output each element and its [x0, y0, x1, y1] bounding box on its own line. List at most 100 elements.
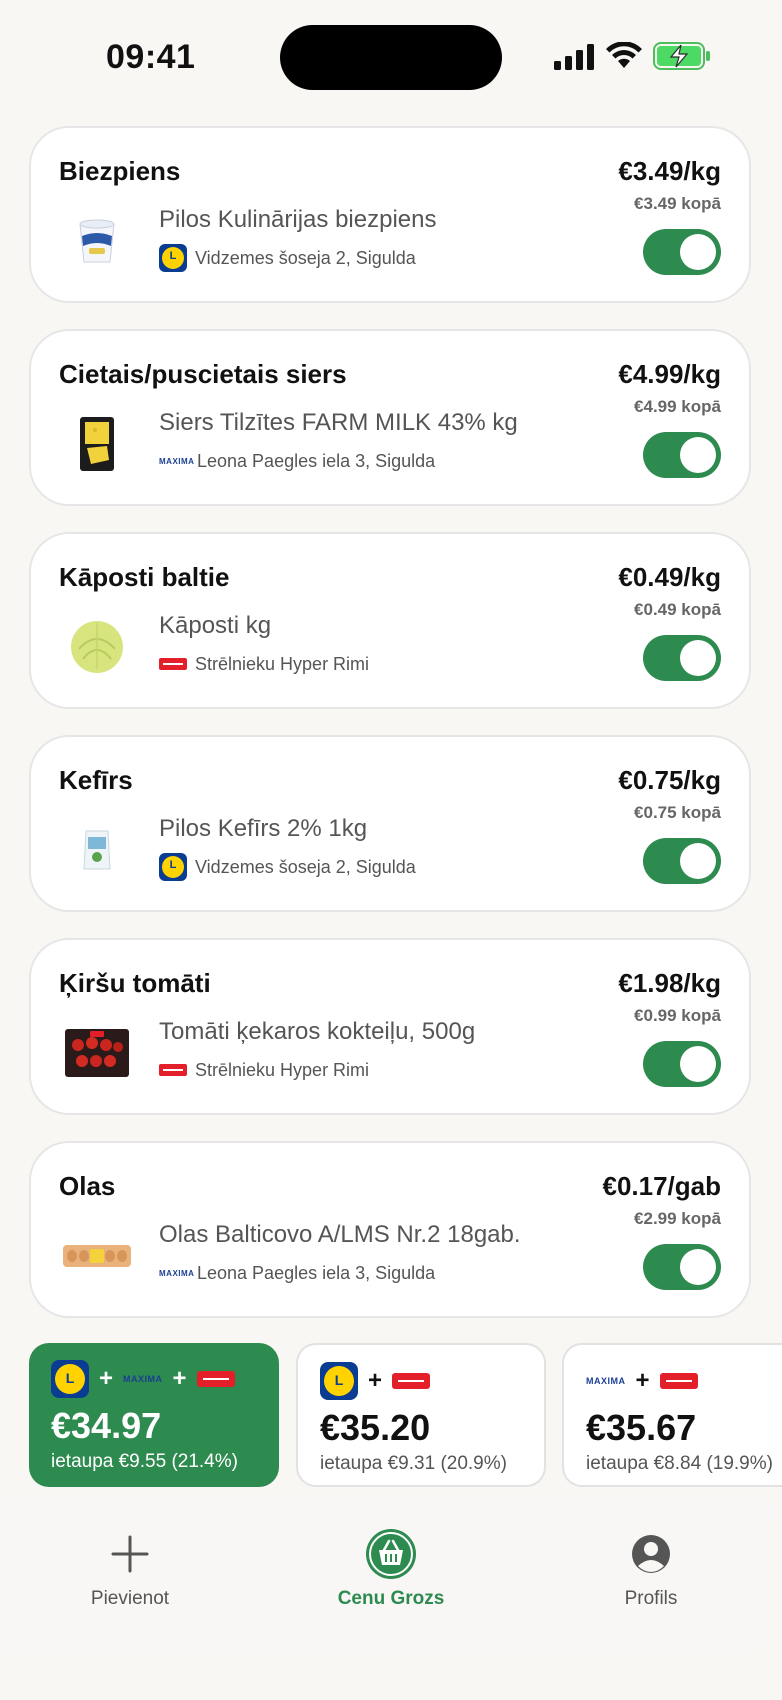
rimi-logo-icon: [159, 658, 187, 670]
product-name: Siers Tilzītes FARM MILK 43% kg: [159, 409, 518, 436]
list-item[interactable]: Kefīrs Pilos Kefīrs 2% 1kg Vidzemes šose…: [29, 735, 751, 912]
category-title: Ķiršu tomāti: [59, 968, 211, 998]
tab-cenu-grozs[interactable]: Cenu Grozs: [311, 1528, 471, 1610]
category-title: Kefīrs: [59, 765, 133, 795]
product-name: Pilos Kulinārijas biezpiens: [159, 206, 437, 233]
include-toggle[interactable]: [643, 1041, 721, 1087]
rimi-logo-icon: [659, 1373, 698, 1389]
wifi-icon: [606, 42, 642, 68]
product-name: Pilos Kefīrs 2% 1kg: [159, 815, 368, 842]
plus-icon: [111, 1535, 149, 1573]
store-info: Strēlnieku Hyper Rimi: [159, 650, 369, 678]
total-price: €0.49 kopā: [634, 600, 721, 619]
product-name: Olas Balticovo A/LMS Nr.2 18gab.: [159, 1221, 521, 1248]
lidl-logo-icon: [159, 244, 187, 272]
store-info: Strēlnieku Hyper Rimi: [159, 1056, 369, 1084]
combo-store-logos: +: [320, 1361, 431, 1401]
rimi-logo-icon: [392, 1373, 431, 1389]
store-address: Vidzemes šoseja 2, Sigulda: [195, 856, 416, 877]
plus-sign: +: [99, 1365, 114, 1392]
maxima-logo-icon: MAXIMA: [159, 1268, 195, 1278]
total-price: €0.75 kopā: [634, 803, 721, 822]
tab-pievienot[interactable]: Pievienot: [50, 1528, 210, 1610]
list-item[interactable]: Ķiršu tomāti Tomāti ķekaros kokteiļu, 50…: [29, 938, 751, 1115]
combo-savings: ietaupa €9.55 (21.4%): [51, 1451, 238, 1472]
total-price: €0.99 kopā: [634, 1006, 721, 1025]
combo-store-logos: + MAXIMA +: [51, 1359, 235, 1399]
cheese-block-icon: [80, 417, 114, 471]
cellular-signal-icon: [554, 44, 594, 70]
combo-card-selected[interactable]: + MAXIMA + €34.97 ietaupa €9.55 (21.4%): [29, 1343, 279, 1487]
basket-icon: [366, 1529, 416, 1579]
eggs-carton-icon: [63, 1245, 131, 1267]
product-image: [59, 815, 135, 885]
rimi-logo-icon: [196, 1371, 235, 1387]
category-title: Biezpiens: [59, 156, 181, 186]
tab-label: Pievienot: [90, 1588, 170, 1609]
rimi-logo-icon: [159, 1064, 187, 1076]
store-address: Leona Paegles iela 3, Sigulda: [197, 450, 436, 471]
unit-price: €0.75/kg: [618, 765, 721, 795]
profile-icon: [632, 1535, 670, 1573]
total-price: €3.49 kopā: [634, 194, 721, 213]
product-image: [59, 206, 135, 276]
maxima-logo-icon: MAXIMA: [123, 1374, 163, 1384]
store-info: Vidzemes šoseja 2, Sigulda: [159, 244, 416, 272]
combo-store-logos: MAXIMA +: [586, 1361, 698, 1401]
product-name: Tomāti ķekaros kokteiļu, 500g: [159, 1018, 476, 1045]
lidl-logo-icon: [159, 853, 187, 881]
include-toggle[interactable]: [643, 838, 721, 884]
lidl-logo-icon: [320, 1362, 358, 1400]
store-address: Strēlnieku Hyper Rimi: [195, 1059, 370, 1080]
product-image: [59, 1221, 135, 1291]
list-item[interactable]: Olas Olas Balticovo A/LMS Nr.2 18gab. MA…: [29, 1141, 751, 1318]
unit-price: €0.17/gab: [602, 1171, 721, 1201]
store-info: Vidzemes šoseja 2, Sigulda: [159, 853, 416, 881]
battery-charging-icon: [653, 42, 710, 70]
cabbage-icon: [71, 621, 123, 673]
status-time: 09:41: [106, 38, 196, 76]
list-item[interactable]: Cietais/puscietais siers Siers Tilzītes …: [29, 329, 751, 506]
product-image: [59, 409, 135, 479]
tomatoes-pack-icon: [65, 1029, 129, 1077]
product-name: Kāposti kg: [159, 612, 272, 639]
unit-price: €4.99/kg: [618, 359, 721, 389]
store-combination-carousel[interactable]: + MAXIMA + €34.97 ietaupa €9.55 (21.4%) …: [0, 1343, 782, 1489]
plus-sign: +: [172, 1365, 187, 1392]
category-title: Kāposti baltie: [59, 562, 230, 592]
include-toggle[interactable]: [643, 635, 721, 681]
unit-price: €1.98/kg: [618, 968, 721, 998]
plus-sign: +: [368, 1367, 383, 1394]
store-address: Leona Paegles iela 3, Sigulda: [197, 1262, 436, 1283]
combo-card[interactable]: MAXIMA + €35.67 ietaupa €8.84 (19.9%): [562, 1343, 782, 1487]
unit-price: €0.49/kg: [618, 562, 721, 592]
product-image: [59, 612, 135, 682]
combo-savings: ietaupa €9.31 (20.9%): [320, 1453, 507, 1474]
lidl-logo-icon: [51, 1360, 89, 1398]
store-info: MAXIMA Leona Paegles iela 3, Sigulda: [159, 447, 435, 475]
maxima-logo-icon: MAXIMA: [586, 1376, 626, 1386]
include-toggle[interactable]: [643, 1244, 721, 1290]
unit-price: €3.49/kg: [618, 156, 721, 186]
include-toggle[interactable]: [643, 432, 721, 478]
combo-savings: ietaupa €8.84 (19.9%): [586, 1453, 773, 1474]
store-address: Strēlnieku Hyper Rimi: [195, 653, 370, 674]
total-price: €2.99 kopā: [634, 1209, 721, 1228]
combo-card[interactable]: + €35.20 ietaupa €9.31 (20.9%): [296, 1343, 546, 1487]
status-bar: 09:41: [0, 0, 782, 110]
store-address: Vidzemes šoseja 2, Sigulda: [195, 247, 416, 268]
list-item[interactable]: Kāposti baltie Kāposti kg Strēlnieku Hyp…: [29, 532, 751, 709]
tab-profils[interactable]: Profils: [571, 1528, 731, 1610]
tab-label: Cenu Grozs: [337, 1588, 445, 1609]
store-info: MAXIMA Leona Paegles iela 3, Sigulda: [159, 1259, 435, 1287]
total-price: €4.99 kopā: [634, 397, 721, 416]
maxima-logo-icon: MAXIMA: [159, 456, 195, 466]
plus-sign: +: [635, 1367, 650, 1394]
category-title: Cietais/puscietais siers: [59, 359, 347, 389]
list-item[interactable]: Biezpiens Pilos Kulinārijas biezpiens Vi…: [29, 126, 751, 303]
include-toggle[interactable]: [643, 229, 721, 275]
kefir-bag-icon: [83, 830, 111, 870]
combo-price: €35.20: [320, 1407, 431, 1448]
combo-price: €35.67: [586, 1407, 697, 1448]
combo-price: €34.97: [51, 1405, 162, 1446]
